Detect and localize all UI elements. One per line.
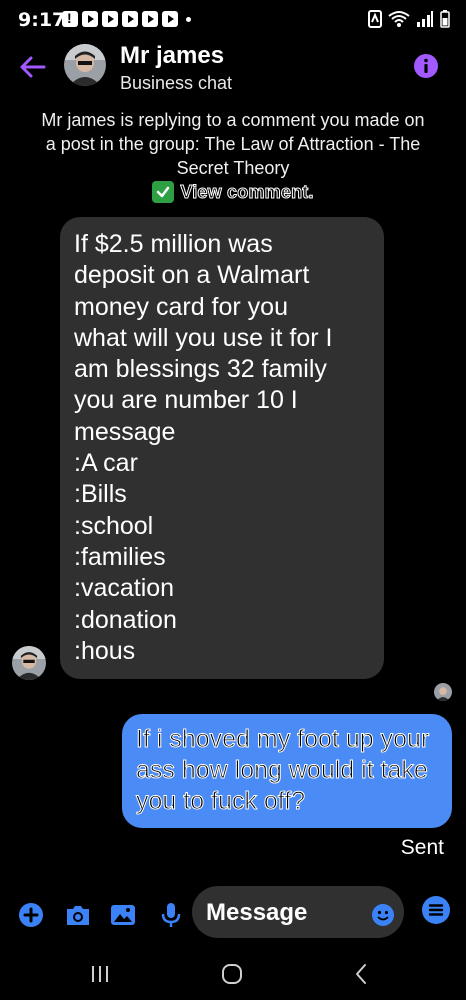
outgoing-message-text: If i shoved my foot up your ass how long…	[136, 725, 430, 816]
seen-receipt-avatar	[434, 683, 452, 701]
notice-text: Mr james is replying to a comment you ma…	[41, 110, 425, 178]
youtube-notification-icon	[142, 11, 158, 27]
youtube-notification-icon	[162, 11, 178, 27]
contact-subtitle: Business chat	[120, 73, 233, 93]
contact-name[interactable]: Mr james	[120, 42, 224, 70]
view-comment-row: View comment.	[40, 180, 426, 204]
view-comment-link[interactable]: View comment.	[180, 180, 314, 204]
plus-icon[interactable]	[18, 902, 44, 928]
reply-context-notice: Mr james is replying to a comment you ma…	[40, 108, 426, 204]
message-input[interactable]: Message	[192, 886, 404, 938]
system-status-icons	[368, 10, 450, 28]
outgoing-message-bubble[interactable]: If i shoved my foot up your ass how long…	[122, 714, 452, 828]
wifi-icon	[388, 11, 410, 27]
youtube-notification-icon	[102, 11, 118, 27]
emoji-icon[interactable]	[372, 904, 394, 926]
youtube-notification-icon	[122, 11, 138, 27]
back-icon[interactable]	[350, 962, 374, 986]
chat-header: Mr james Business chat	[0, 40, 466, 96]
menu-icon[interactable]	[422, 896, 450, 924]
notification-icons	[62, 10, 191, 27]
battery-icon	[440, 10, 450, 28]
sent-status: Sent	[400, 836, 444, 859]
message-placeholder: Message	[206, 899, 308, 926]
nfc-icon	[368, 10, 382, 28]
microphone-icon[interactable]	[158, 902, 184, 928]
back-arrow-icon[interactable]	[18, 52, 48, 82]
system-navigation-bar	[0, 944, 466, 1000]
incoming-message-text: If $2.5 million was deposit on a Walmart…	[74, 230, 333, 665]
sender-avatar[interactable]	[12, 646, 46, 680]
recents-icon[interactable]	[88, 962, 112, 986]
alert-notification-icon	[62, 10, 78, 27]
status-bar: 9:17	[0, 0, 466, 40]
signal-icon	[417, 11, 433, 27]
message-composer: Message	[0, 882, 466, 944]
incoming-message-bubble[interactable]: If $2.5 million was deposit on a Walmart…	[60, 217, 384, 679]
image-icon[interactable]	[110, 902, 136, 928]
camera-icon[interactable]	[64, 902, 92, 928]
home-icon[interactable]	[220, 962, 244, 986]
info-icon[interactable]	[414, 54, 438, 78]
contact-avatar[interactable]	[64, 44, 106, 86]
more-notifications-dot	[186, 16, 191, 22]
status-time: 9:17	[18, 9, 66, 31]
youtube-notification-icon	[82, 11, 98, 27]
check-mark-icon	[152, 181, 175, 203]
